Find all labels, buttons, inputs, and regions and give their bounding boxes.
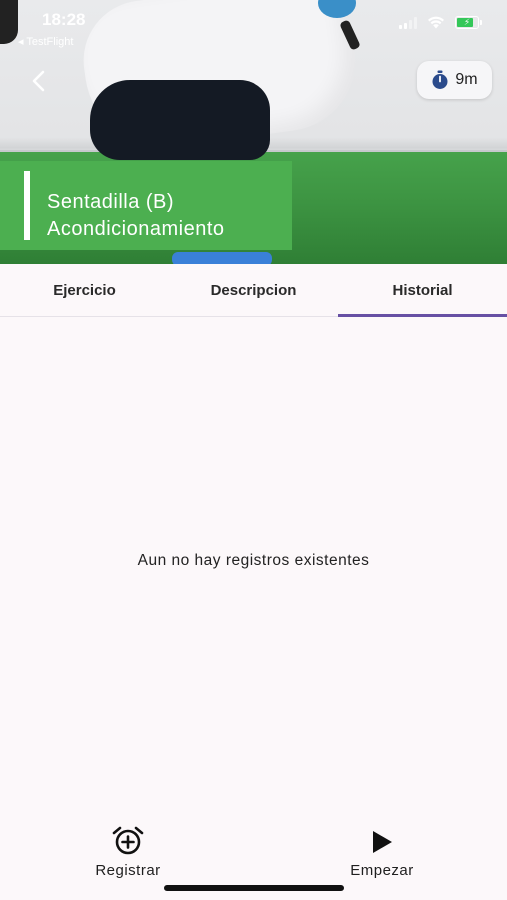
chevron-left-icon bbox=[32, 70, 45, 92]
exercise-name: Sentadilla (B) bbox=[47, 191, 175, 213]
play-icon bbox=[373, 831, 392, 853]
tab-ejercicio[interactable]: Ejercicio bbox=[0, 264, 169, 316]
exercise-title-block: Sentadilla (B) Acondicionamiento bbox=[0, 161, 292, 250]
cellular-signal-icon bbox=[399, 16, 417, 29]
timer-value: 9m bbox=[455, 71, 478, 88]
timer-chip[interactable]: 9m bbox=[417, 61, 492, 99]
start-label: Empezar bbox=[350, 862, 414, 879]
status-time: 18:28 bbox=[42, 10, 86, 29]
testflight-back-link[interactable]: ◂ TestFlight bbox=[18, 35, 73, 48]
exercise-category: Acondicionamiento bbox=[47, 218, 225, 240]
empty-history-message: Aun no hay registros existentes bbox=[137, 552, 370, 569]
stopwatch-icon bbox=[432, 70, 448, 89]
start-button[interactable]: Empezar bbox=[338, 828, 426, 879]
status-icons: ⚡ bbox=[399, 16, 482, 29]
wifi-icon bbox=[428, 16, 444, 29]
title-accent-bar bbox=[24, 171, 30, 240]
battery-charging-icon: ⚡ bbox=[455, 16, 482, 29]
home-indicator bbox=[164, 885, 344, 891]
register-label: Registrar bbox=[95, 862, 161, 879]
tab-bar: Ejercicio Descripcion Historial bbox=[0, 264, 507, 317]
back-button[interactable] bbox=[22, 64, 56, 98]
register-button[interactable]: Registrar bbox=[82, 826, 174, 879]
tab-descripcion[interactable]: Descripcion bbox=[169, 264, 338, 316]
tab-historial[interactable]: Historial bbox=[338, 264, 507, 317]
alarm-add-icon bbox=[112, 826, 144, 855]
